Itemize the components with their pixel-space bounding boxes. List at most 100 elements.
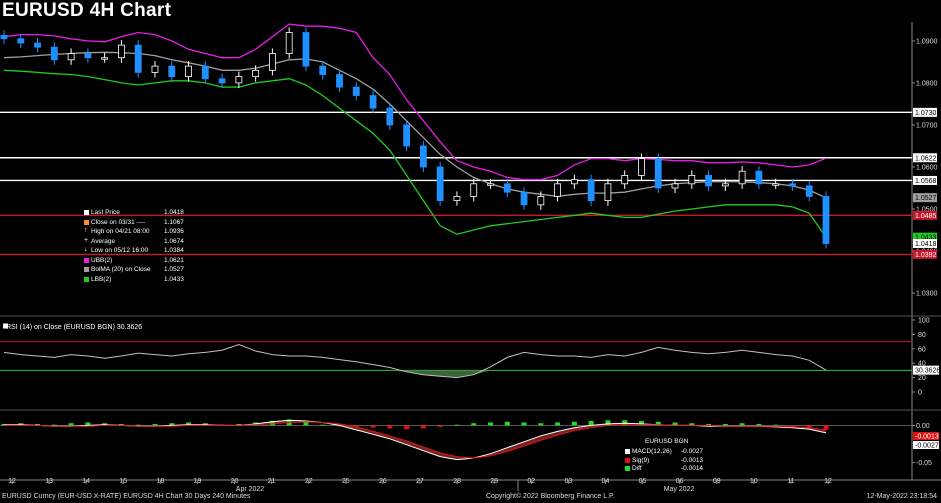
- price-tick-label: 1.0700: [916, 122, 938, 129]
- candle-body: [554, 183, 561, 197]
- candle-body: [789, 183, 796, 187]
- candle-body: [453, 196, 461, 202]
- footer-source: EURUSD Curncy (EUR-USD X-RATE) EURUSD 4H…: [2, 493, 251, 500]
- price-tick-label: 1.0600: [916, 165, 938, 172]
- candle-body: [134, 44, 142, 73]
- candle-body: [386, 107, 394, 126]
- legend-swatch: ↓: [84, 246, 88, 253]
- candle-body: [319, 65, 327, 75]
- candle-body: [503, 183, 511, 193]
- macd-legend-title: EURUSD BGN: [645, 438, 689, 445]
- x-tick-label: 12: [8, 478, 16, 485]
- candle-body: [604, 183, 612, 202]
- candle-body: [621, 175, 629, 185]
- rsi-label: RSI (14) on Close (EURUSD BGN) 30.3626: [6, 324, 142, 331]
- candle-body: [671, 183, 679, 189]
- legend-value: 1.0674: [164, 237, 184, 245]
- candle-body: [0, 35, 8, 40]
- macd-hist-bar: [521, 422, 527, 426]
- x-tick-label: 26: [379, 478, 387, 485]
- x-tick-label: 22: [305, 478, 313, 485]
- reference-tag-label: 1.0568: [915, 178, 937, 185]
- candle-body: [369, 95, 377, 109]
- x-tick-label: 05: [639, 478, 647, 485]
- x-tick-label: 18: [156, 478, 164, 485]
- candle-body: [50, 46, 58, 61]
- reference-tag-label: 1.0730: [915, 110, 937, 117]
- macd-hist-bar: [152, 423, 158, 426]
- macd-legend-item: Diff -0.0014: [625, 465, 705, 473]
- price-tick-label: 1.0800: [916, 80, 938, 87]
- reference-tag-label: 1.0392: [915, 252, 937, 259]
- x-tick-label: 13: [45, 478, 53, 485]
- rsi-tick-label: 60: [918, 346, 926, 353]
- legend-value: 1.0384: [164, 247, 184, 254]
- x-tick-label: 12: [824, 478, 832, 485]
- footer-copyright: Copyright© 2022 Bloomberg Finance L.P.: [486, 493, 615, 500]
- legend-swatch: [84, 219, 89, 225]
- rsi-tick-label: 0: [918, 390, 922, 397]
- candle-body: [738, 170, 746, 185]
- rsi-value-tag-label: 30.3626: [915, 368, 940, 375]
- legend-swatch: [84, 210, 89, 215]
- candle-body: [654, 158, 662, 189]
- candle-body: [352, 86, 360, 96]
- legend-swatch: +: [84, 236, 89, 244]
- rsi-swatch: [3, 323, 8, 329]
- x-tick-label: 04: [602, 478, 610, 485]
- x-tick-label: 03: [564, 478, 572, 485]
- x-tick-label: 09: [713, 478, 721, 485]
- candle-body: [34, 42, 41, 48]
- x-tick-label: 19: [194, 478, 202, 485]
- candle-body: [470, 183, 478, 197]
- x-tick-label: 10: [750, 478, 758, 485]
- macd-sig-tag-label: -0.0013: [915, 434, 939, 441]
- macd-hist-bar: [789, 425, 795, 427]
- candle-body: [235, 76, 243, 84]
- macd-hist-bar: [320, 424, 326, 426]
- legend-label: Low on 05/12 16:00: [91, 247, 149, 254]
- x-tick-label: 14: [82, 478, 90, 485]
- value-tag-label: 1.0527: [915, 195, 937, 202]
- candle-body: [403, 124, 411, 147]
- candle-body: [67, 53, 75, 61]
- price-tick-label: 1.0300: [916, 291, 938, 298]
- legend-value: 1.0936: [164, 228, 184, 235]
- x-tick-label: 27: [416, 478, 424, 485]
- candle-body: [705, 175, 712, 187]
- legend-label: UBB(2): [91, 256, 113, 264]
- legend-label: High on 04/21 08:00: [91, 228, 150, 235]
- reference-tag-label: 1.0622: [915, 155, 937, 162]
- macd-hist-bar: [571, 421, 577, 426]
- legend-swatch: ↑: [84, 227, 88, 234]
- rsi-tick-label: 20: [918, 375, 926, 382]
- legend-label: BolMA (20) on Close: [91, 266, 151, 273]
- candle-body: [17, 38, 25, 44]
- candle-body: [721, 183, 729, 187]
- x-tick-label: 25: [342, 478, 350, 485]
- macd-tick-label: 0.00: [916, 423, 930, 430]
- x-tick-label: 15: [119, 478, 127, 485]
- candle-body: [638, 158, 645, 176]
- legend-label: Last Price: [91, 209, 120, 216]
- macd-hist-bar: [135, 424, 141, 426]
- legend-value: 1.0621: [164, 256, 184, 264]
- candle-body: [487, 183, 494, 186]
- candle-body: [151, 65, 159, 73]
- footer: EURUSD Curncy (EUR-USD X-RATE) EURUSD 4H…: [0, 492, 941, 503]
- legend-label: Diff: [632, 465, 642, 472]
- x-tick-label: 06: [676, 478, 684, 485]
- macd-hist-bar: [68, 423, 74, 426]
- rsi-tick-label: 80: [918, 332, 926, 339]
- legend-label: Average: [91, 237, 116, 245]
- legend-swatch: [625, 457, 630, 463]
- candle-body: [185, 65, 192, 78]
- reference-tag-label: 1.0485: [915, 213, 937, 220]
- macd-legend-item: MACD(12,26) -0.0027: [625, 448, 705, 456]
- price-tick-label: 1.0900: [916, 38, 938, 45]
- candle-body: [252, 69, 260, 78]
- candle-body: [201, 65, 209, 80]
- legend-swatch: [625, 449, 630, 454]
- macd-hist-bar: [420, 425, 426, 429]
- chart-title: EURUSD 4H Chart: [2, 0, 172, 21]
